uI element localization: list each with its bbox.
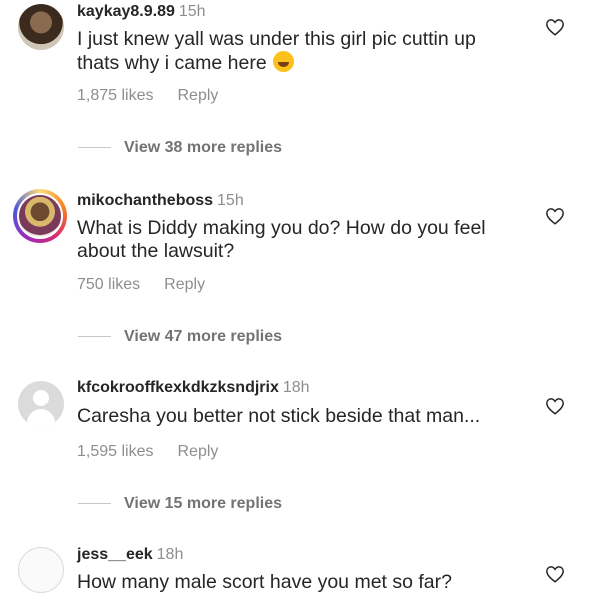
comment-actions: 750 likes Reply bbox=[77, 275, 205, 295]
avatar[interactable] bbox=[18, 381, 64, 427]
avatar bbox=[17, 193, 63, 239]
view-replies-button[interactable]: View 47 more replies bbox=[78, 327, 282, 347]
view-replies-label: View 47 more replies bbox=[124, 328, 283, 345]
comment-meta: kfcokrooffkexkdkzksndjrix 18h bbox=[77, 378, 310, 398]
reply-button[interactable]: Reply bbox=[178, 443, 219, 460]
view-replies-button[interactable]: View 15 more replies bbox=[78, 494, 282, 514]
comment-actions: 1,595 likes Reply bbox=[77, 442, 218, 462]
comment-text-line: about the lawsuit? bbox=[77, 240, 235, 262]
comment-text-line: thats why i came here bbox=[77, 51, 294, 75]
comment-text-line: What is Diddy making you do? How do you … bbox=[77, 217, 486, 239]
heart-icon[interactable] bbox=[545, 18, 565, 36]
avatar[interactable] bbox=[18, 547, 64, 593]
reply-button[interactable]: Reply bbox=[164, 276, 205, 293]
view-replies-label: View 38 more replies bbox=[124, 139, 283, 156]
rolling-on-floor-laughing-emoji-icon bbox=[272, 51, 294, 72]
comment-time: 18h bbox=[156, 546, 184, 563]
heart-icon[interactable] bbox=[545, 397, 565, 415]
comment-actions: 1,875 likes Reply bbox=[77, 86, 218, 106]
view-replies-button[interactable]: View 38 more replies bbox=[78, 138, 282, 158]
comment-time: 18h bbox=[282, 379, 310, 396]
person-icon-body bbox=[27, 409, 55, 427]
avatar-story-ring[interactable] bbox=[13, 189, 67, 243]
comment-text: thats why i came here bbox=[77, 52, 267, 74]
likes-count[interactable]: 1,875 likes bbox=[77, 87, 154, 104]
comment-meta: mikochantheboss 15h bbox=[77, 191, 244, 211]
username-link[interactable]: kaykay8.9.89 bbox=[77, 3, 175, 20]
heart-icon[interactable] bbox=[545, 207, 565, 225]
username-link[interactable]: jess__eek bbox=[77, 546, 153, 563]
comment-time: 15h bbox=[217, 192, 244, 209]
reply-button[interactable]: Reply bbox=[178, 87, 219, 104]
divider bbox=[78, 147, 111, 149]
comment-meta: kaykay8.9.89 15h bbox=[77, 2, 206, 22]
username-link[interactable]: mikochantheboss bbox=[77, 192, 213, 209]
divider bbox=[78, 336, 111, 338]
comment-text-line: How many male scort have you met so far? bbox=[77, 571, 452, 593]
person-icon-head bbox=[33, 390, 49, 406]
heart-icon[interactable] bbox=[545, 565, 565, 583]
comment-time: 15h bbox=[178, 3, 206, 20]
comment-text-line: I just knew yall was under this girl pic… bbox=[77, 28, 476, 50]
divider bbox=[78, 503, 111, 505]
comment-text-line: Caresha you better not stick beside that… bbox=[77, 405, 481, 427]
comment-meta: jess__eek 18h bbox=[77, 545, 183, 565]
view-replies-label: View 15 more replies bbox=[124, 495, 283, 512]
avatar[interactable] bbox=[18, 4, 64, 50]
username-link[interactable]: kfcokrooffkexkdkzksndjrix bbox=[77, 379, 279, 396]
likes-count[interactable]: 1,595 likes bbox=[77, 443, 154, 460]
likes-count[interactable]: 750 likes bbox=[77, 276, 140, 293]
